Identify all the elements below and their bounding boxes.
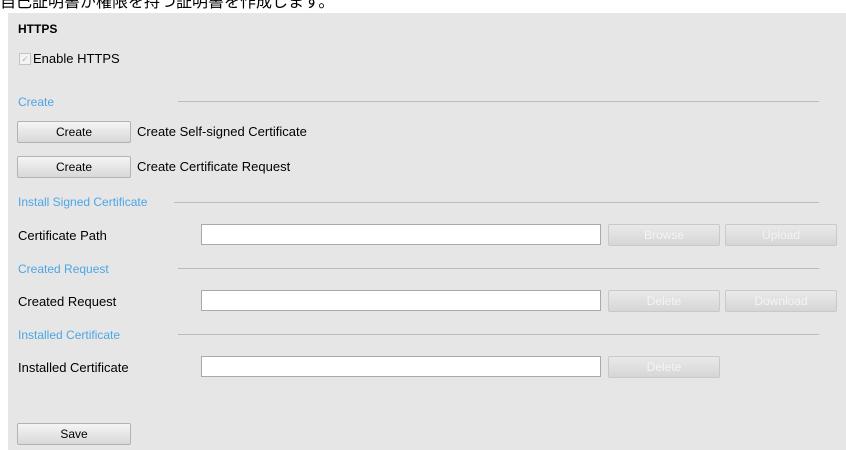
upload-button[interactable]: Upload: [725, 224, 837, 246]
install-section-divider: [174, 202, 819, 203]
installed-certificate-section-title: Installed Certificate: [18, 328, 121, 342]
delete-certificate-button[interactable]: Delete: [608, 356, 720, 378]
created-request-field[interactable]: [201, 290, 601, 311]
check-icon: ✓: [21, 54, 29, 64]
installed-certificate-section-divider: [178, 334, 819, 335]
created-request-section-title: Created Request: [18, 262, 109, 276]
download-request-button[interactable]: Download: [725, 290, 837, 312]
create-self-signed-button[interactable]: Create: [17, 121, 131, 143]
installed-certificate-label: Installed Certificate: [18, 360, 129, 375]
save-button[interactable]: Save: [17, 423, 131, 445]
certificate-path-field[interactable]: [201, 224, 601, 245]
created-request-label: Created Request: [18, 294, 117, 309]
browse-button[interactable]: Browse: [608, 224, 720, 246]
delete-request-button[interactable]: Delete: [608, 290, 720, 312]
create-section-title: Create: [18, 95, 55, 109]
certificate-path-label: Certificate Path: [18, 228, 107, 243]
created-request-section-divider: [178, 268, 819, 269]
page-caption: 自己証明書が権限を持つ証明書を作成します。: [0, 0, 335, 11]
https-settings-panel: HTTPS ✓ Enable HTTPS Create Create Creat…: [8, 13, 846, 450]
https-heading: HTTPS: [18, 22, 58, 36]
create-self-signed-label: Create Self-signed Certificate: [137, 124, 307, 139]
create-request-label: Create Certificate Request: [137, 159, 291, 174]
enable-https-checkbox[interactable]: ✓: [19, 53, 31, 65]
installed-certificate-field[interactable]: [201, 356, 601, 377]
create-request-button[interactable]: Create: [17, 156, 131, 178]
enable-https-label: Enable HTTPS: [33, 51, 120, 66]
create-section-divider: [178, 101, 819, 102]
install-section-title: Install Signed Certificate: [18, 195, 148, 209]
